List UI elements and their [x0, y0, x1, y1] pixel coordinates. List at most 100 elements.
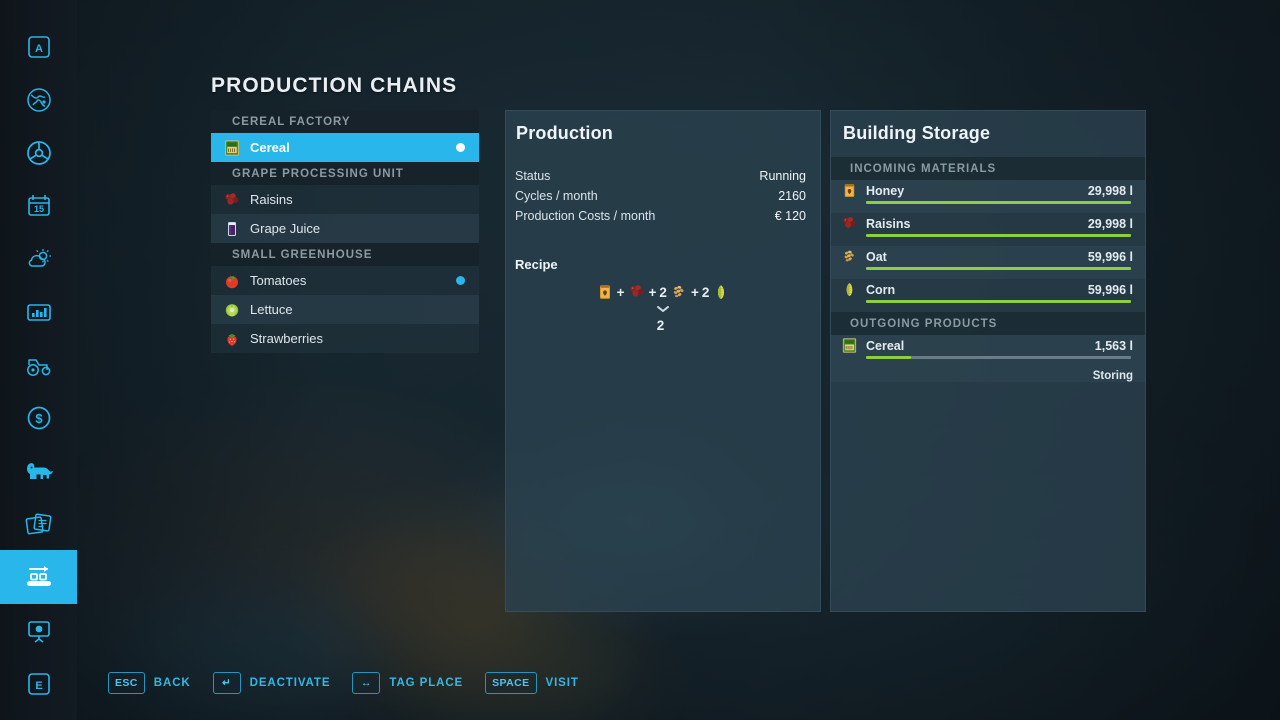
- stat-value: Running: [759, 166, 806, 186]
- recipe-output: 2: [657, 318, 670, 333]
- list-item-cereal[interactable]: Cereal: [211, 133, 479, 162]
- help-label-visit: VISIT: [546, 677, 579, 689]
- status-dot-active: [456, 143, 465, 152]
- sidebar-item-map[interactable]: [0, 73, 77, 126]
- list-item-raisins[interactable]: Raisins: [211, 185, 479, 214]
- recipe-arrow-icon: [655, 304, 671, 316]
- storage-fill-bar: [866, 356, 1131, 359]
- list-item-tomatoes[interactable]: Tomatoes: [211, 266, 479, 295]
- conveyor-production-icon: [22, 562, 56, 592]
- game-screen: A: [0, 0, 1280, 720]
- list-group-header: GRAPE PROCESSING UNIT: [211, 162, 479, 185]
- storage-row-honey: Honey 29,998 l: [831, 180, 1145, 213]
- storage-fill-bar: [866, 201, 1131, 204]
- recipe-plus: +: [649, 285, 657, 300]
- list-item-lettuce[interactable]: Lettuce: [211, 295, 479, 324]
- raisins-icon: [628, 283, 646, 301]
- storage-item-name: Oat: [866, 250, 1088, 264]
- list-group-header: CEREAL FACTORY: [211, 110, 479, 133]
- bar-chart-icon: [25, 299, 53, 325]
- svg-text:E: E: [35, 680, 42, 692]
- sidebar-item-production-chains[interactable]: [0, 550, 77, 604]
- steering-wheel-icon: [25, 139, 53, 167]
- stat-row-costs: Production Costs / month € 120: [515, 206, 806, 226]
- sidebar-item-finances[interactable]: $: [0, 391, 77, 444]
- sidebar-item-help[interactable]: E: [0, 657, 77, 710]
- storage-row-oat: Oat 59,996 l: [831, 246, 1145, 279]
- recipe-qty-output: 2: [657, 318, 665, 333]
- storage-item-name: Cereal: [866, 339, 1095, 353]
- stat-label: Cycles / month: [515, 186, 598, 206]
- key-e-icon: E: [26, 671, 52, 697]
- list-item-label: Tomatoes: [250, 273, 456, 288]
- sidebar-item-machines[interactable]: [0, 338, 77, 391]
- storage-fill-bar-value: [866, 234, 1131, 237]
- recipe-qty-corn: 2: [702, 285, 710, 300]
- raisins-icon: [223, 191, 241, 209]
- cereal-box-icon: [841, 337, 858, 354]
- lettuce-icon: [223, 301, 241, 319]
- sidebar-rail: A: [0, 0, 77, 720]
- help-label-back: BACK: [154, 677, 191, 689]
- help-label-deactivate: DEACTIVATE: [250, 677, 331, 689]
- production-list: CEREAL FACTORY Cereal GRAPE PROCESSING U…: [211, 110, 479, 353]
- cow-icon: [23, 458, 55, 484]
- storage-row-raisins: Raisins 29,998 l: [831, 213, 1145, 246]
- honey-jar-icon: [841, 182, 858, 199]
- presentation-icon: [25, 617, 53, 645]
- tomato-icon: [223, 272, 241, 290]
- dollar-coin-icon: $: [25, 404, 53, 432]
- sidebar-item-statistics[interactable]: [0, 285, 77, 338]
- oat-icon: [670, 283, 688, 301]
- status-dot-tagged: [456, 276, 465, 285]
- storage-item-status: Storing: [831, 368, 1145, 382]
- key-badge-esc: ESC: [108, 672, 145, 694]
- list-item-strawberries[interactable]: Strawberries: [211, 324, 479, 353]
- grape-juice-icon: [223, 220, 241, 238]
- help-item-tag-place[interactable]: ↔ TAG PLACE: [352, 672, 463, 694]
- svg-text:$: $: [35, 411, 43, 426]
- help-item-back[interactable]: ESC BACK: [108, 672, 191, 694]
- recipe-qty-oat: 2: [659, 285, 667, 300]
- storage-item-amount: 29,998 l: [1088, 184, 1133, 198]
- key-badge-space: SPACE: [485, 672, 536, 694]
- weather-sun-cloud-icon: [25, 245, 53, 273]
- storage-section-outgoing: OUTGOING PRODUCTS: [831, 312, 1145, 335]
- storage-item-name: Honey: [866, 184, 1088, 198]
- sidebar-item-weather[interactable]: [0, 232, 77, 285]
- list-item-label: Raisins: [250, 192, 465, 207]
- production-panel: Production Status Running Cycles / month…: [505, 110, 821, 612]
- raisins-icon: [841, 215, 858, 232]
- stat-value: € 120: [775, 206, 806, 226]
- list-item-label: Lettuce: [250, 302, 465, 317]
- sidebar-item-calendar[interactable]: 15: [0, 179, 77, 232]
- stat-label: Production Costs / month: [515, 206, 655, 226]
- production-stats: Status Running Cycles / month 2160 Produ…: [506, 144, 820, 226]
- recipe-inputs: + + 2: [596, 283, 731, 301]
- corn-icon: [841, 281, 858, 298]
- honey-jar-icon: [596, 283, 614, 301]
- storage-fill-bar: [866, 267, 1131, 270]
- recipe-plus: +: [617, 285, 625, 300]
- svg-text:A: A: [35, 43, 43, 55]
- strawberry-icon: [223, 330, 241, 348]
- stat-label: Status: [515, 166, 550, 186]
- help-bar: ESC BACK ↵ DEACTIVATE ↔ TAG PLACE SPACE …: [108, 672, 579, 694]
- building-storage-panel: Building Storage INCOMING MATERIALS Hone…: [830, 110, 1146, 612]
- sidebar-item-animals[interactable]: [0, 444, 77, 497]
- sidebar-item-construction[interactable]: [0, 604, 77, 657]
- storage-row-corn: Corn 59,996 l: [831, 279, 1145, 312]
- stat-row-cycles: Cycles / month 2160: [515, 186, 806, 206]
- list-group-header: SMALL GREENHOUSE: [211, 243, 479, 266]
- help-item-deactivate[interactable]: ↵ DEACTIVATE: [213, 672, 331, 694]
- key-badge-enter: ↵: [213, 672, 241, 694]
- sidebar-item-contracts[interactable]: [0, 497, 77, 550]
- list-item-grape-juice[interactable]: Grape Juice: [211, 214, 479, 243]
- sidebar-item-vehicles[interactable]: [0, 126, 77, 179]
- sidebar-item-animals-overview[interactable]: A: [0, 20, 77, 73]
- page-title: PRODUCTION CHAINS: [211, 74, 457, 98]
- help-item-visit[interactable]: SPACE VISIT: [485, 672, 579, 694]
- key-a-icon: A: [26, 34, 52, 60]
- recipe-label: Recipe: [506, 226, 820, 272]
- corn-icon: [712, 283, 730, 301]
